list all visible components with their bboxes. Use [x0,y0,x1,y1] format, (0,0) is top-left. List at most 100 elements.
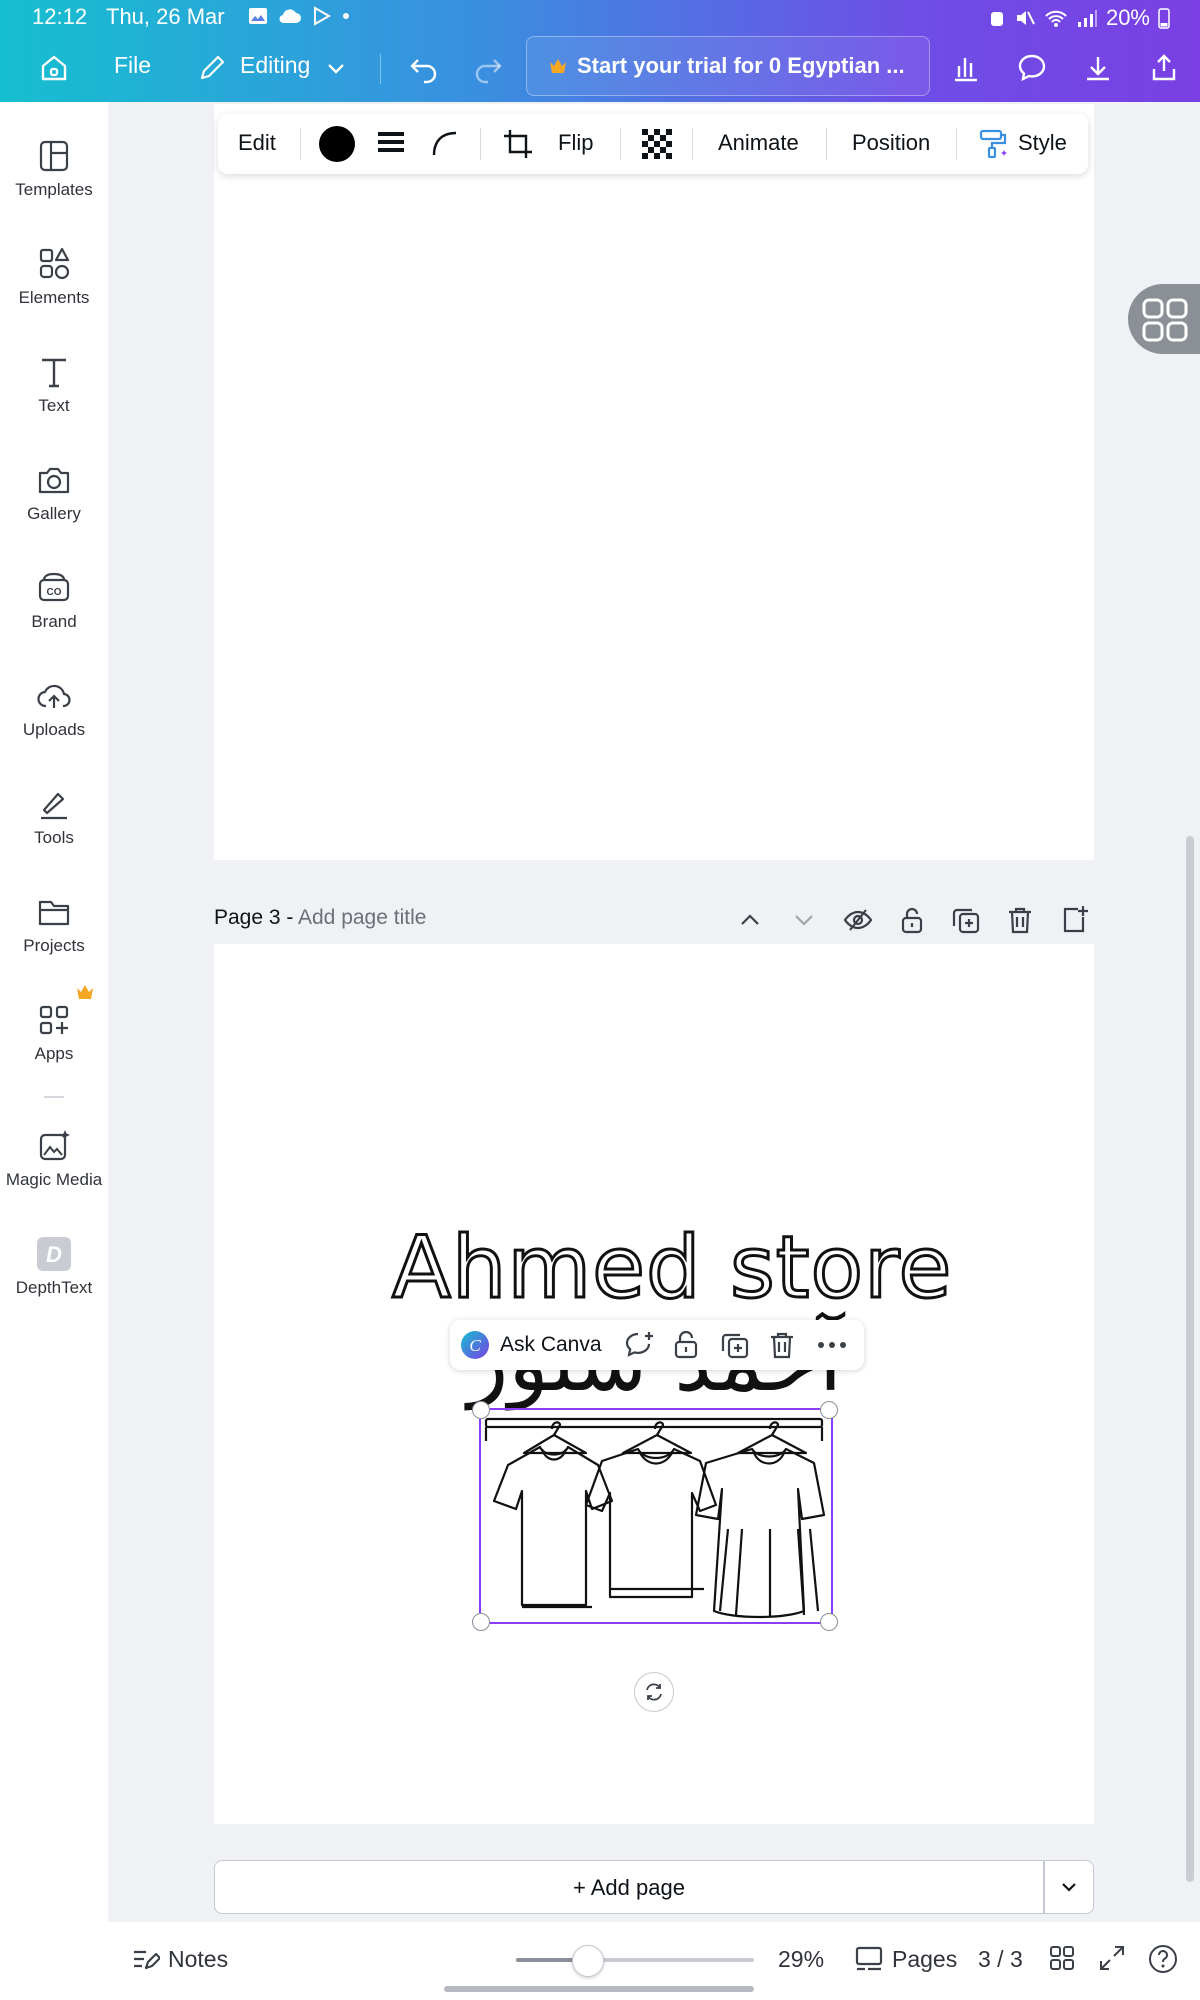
sidebar-item-gallery[interactable]: Gallery [0,426,108,526]
design-heading-text[interactable]: Ahmed store [391,1217,953,1320]
sidebar-item-label: Gallery [27,504,81,523]
sidebar-item-projects[interactable]: Projects [0,858,108,958]
bottom-bar: Notes 29% Pages 3 / 3 [0,1922,1200,2000]
undo-button[interactable] [404,48,444,88]
dot-icon [343,13,349,19]
grid-view-icon[interactable] [1048,1944,1076,1972]
image-icon [249,8,267,24]
download-button[interactable] [1078,48,1118,88]
add-comment-icon[interactable] [624,1330,656,1360]
pages-button[interactable]: Pages [892,1946,957,1973]
insights-button[interactable] [946,48,986,88]
zoom-slider-track[interactable] [516,1945,754,1977]
elements-icon [39,247,70,280]
rotate-handle[interactable] [634,1672,674,1712]
start-trial-button[interactable]: Start your trial for 0 Egyptian ... [526,36,930,96]
ask-canva-toolbar: C Ask Canva [450,1320,864,1370]
chevron-down-icon[interactable] [788,904,820,936]
paint-roller-icon [979,129,1007,159]
sidebar-item-uploads[interactable]: Uploads [0,642,108,742]
sidebar-item-tools[interactable]: Tools [0,750,108,850]
chevron-down-icon[interactable] [316,48,356,88]
page-3-header: Page 3 - Add page title [214,902,1094,942]
border-style-icon[interactable] [376,130,406,158]
sidebar-item-label: Projects [23,936,85,955]
sidebar-item-apps[interactable]: Apps [0,966,108,1066]
share-button[interactable] [1144,48,1184,88]
chevron-up-icon[interactable] [734,904,766,936]
download-icon [1087,57,1109,81]
lock-icon[interactable] [672,1330,700,1360]
trash-icon[interactable] [768,1330,796,1360]
selection-box [479,1408,833,1624]
editing-mode-button[interactable]: Editing [240,52,310,79]
depthtext-icon: D [37,1237,71,1271]
add-page-icon[interactable] [1058,904,1090,936]
corner-rounding-icon[interactable] [430,129,460,159]
chevron-down-icon [1062,1883,1076,1892]
add-page-button[interactable]: + Add page [214,1860,1044,1914]
notes-button[interactable]: Notes [168,1946,228,1973]
comment-button[interactable] [1012,48,1052,88]
hide-page-icon[interactable] [842,904,874,936]
camera-icon [38,467,70,494]
ask-canva-button[interactable]: Ask Canva [500,1333,602,1357]
sidebar-item-depthtext[interactable]: D DepthText [0,1200,108,1300]
status-system-icons: 20% [988,5,1170,31]
floating-page-grid-button[interactable] [1128,284,1200,354]
pages-icon [855,1946,883,1971]
page-title-input[interactable]: Add page title [298,906,426,930]
add-page-dropdown[interactable] [1044,1860,1094,1914]
help-icon[interactable] [1148,1944,1178,1974]
resize-handle-top-right[interactable] [820,1401,838,1419]
mute-icon [1016,11,1035,25]
home-indicator [444,1986,754,1992]
duplicate-icon[interactable] [720,1330,750,1360]
resize-handle-bottom-left[interactable] [472,1613,490,1631]
canva-logo-icon: C [461,1331,489,1359]
element-context-toolbar: Edit Flip Animate Position Style [218,114,1088,174]
zoom-level[interactable]: 29% [778,1946,824,1973]
sidebar-item-elements[interactable]: Elements [0,210,108,310]
toolbar-divider [480,128,481,160]
color-swatch-button[interactable] [318,125,356,163]
file-menu-button[interactable]: File [114,52,151,79]
sidebar-item-text[interactable]: Text [0,318,108,418]
vertical-scrollbar[interactable] [1186,836,1194,1882]
redo-button[interactable] [468,48,508,88]
sidebar-item-brand[interactable]: CO Brand [0,534,108,999]
sidebar-item-label: Text [38,396,70,415]
style-button[interactable]: Style [1018,130,1067,156]
left-sidebar: Templates Elements Text Gallery CO Brand… [0,102,108,1922]
design-page-2[interactable] [214,104,1094,860]
toolbar-divider [380,54,381,84]
duplicate-page-icon[interactable] [950,904,982,936]
more-options-icon[interactable] [816,1336,848,1354]
home-button[interactable] [34,48,74,88]
grid-icon [1142,298,1188,342]
svg-text:D: D [46,1242,62,1267]
crop-icon[interactable] [502,128,534,160]
transparency-icon[interactable] [642,129,672,159]
lock-icon[interactable] [896,904,928,936]
resize-handle-top-left[interactable] [472,1401,490,1419]
fullscreen-icon[interactable] [1098,1944,1126,1972]
position-button[interactable]: Position [852,130,930,156]
toolbar-divider [826,128,827,160]
flip-button[interactable]: Flip [558,130,593,156]
resize-handle-bottom-right[interactable] [820,1613,838,1631]
toolbar-divider [620,128,621,160]
sidebar-item-templates[interactable]: Templates [0,102,108,202]
brand-icon: CO [38,572,70,602]
trash-icon[interactable] [1004,904,1036,936]
zoom-slider-thumb[interactable] [572,1945,605,1977]
edit-button[interactable]: Edit [238,130,276,156]
undo-icon [410,59,437,84]
cloud-icon [279,9,301,24]
animate-button[interactable]: Animate [718,130,799,156]
sidebar-item-label: Templates [15,180,93,199]
svg-text:C: C [469,1336,481,1355]
sidebar-item-label: Uploads [22,720,86,739]
folder-icon [38,900,70,926]
sidebar-item-magic-media[interactable]: Magic Media [0,1092,108,1192]
